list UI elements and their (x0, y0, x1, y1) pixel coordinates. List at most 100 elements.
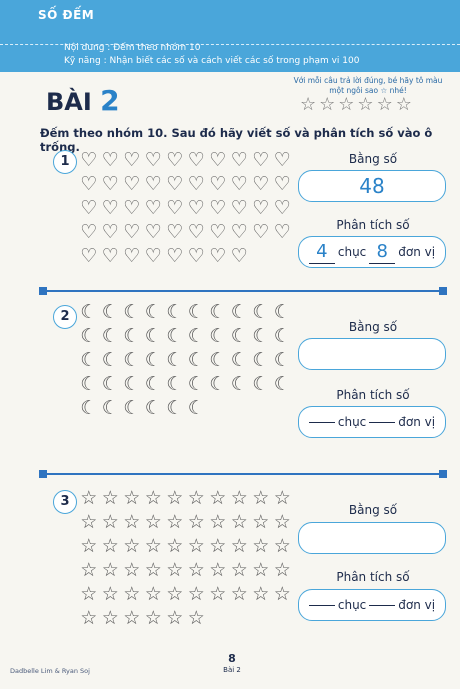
number-box-2[interactable] (298, 338, 446, 370)
star-icon: ☆ (252, 511, 270, 533)
star-icon: ☆ (101, 511, 119, 533)
tens-label-1: chục (337, 245, 367, 259)
section-divider (39, 287, 447, 295)
moon-icon: ☾ (144, 397, 162, 419)
analysis-box-2[interactable]: chục đơn vị (298, 406, 446, 438)
tens-slot-1[interactable]: 4 (308, 241, 335, 264)
star-icon: ☆ (273, 583, 291, 605)
units-slot-1[interactable]: 8 (369, 241, 396, 264)
star-icon: ☆ (123, 559, 141, 581)
skill-line: Kỹ năng : Nhận biết các số và cách viết … (64, 56, 360, 66)
moon-icon: ☾ (273, 373, 291, 395)
heart-icon: ♡ (230, 221, 248, 243)
divider-end (39, 287, 47, 295)
heart-icon: ♡ (123, 149, 141, 171)
number-label-2: Bằng số (348, 320, 398, 334)
rating-star-icon[interactable]: ☆ (338, 96, 354, 114)
rating-star-icon[interactable]: ☆ (319, 96, 335, 114)
star-icon: ☆ (230, 583, 248, 605)
moon-icon: ☾ (144, 373, 162, 395)
heart-icon: ♡ (101, 245, 119, 267)
moon-icon: ☾ (252, 349, 270, 371)
moon-icon: ☾ (80, 397, 98, 419)
moon-icon: ☾ (123, 325, 141, 347)
analysis-box-1[interactable]: 4 chục 8 đơn vị (298, 236, 446, 268)
problem-grid-2: ☾ ☾ ☾ ☾ ☾ ☾ ☾ ☾ ☾ ☾ ☾ ☾ ☾ ☾ ☾ ☾ ☾ ☾ ☾ ☾ ☾ ☾ ☾ ☾ ☾ ☾ ☾ ☾ ☾ ☾ ☾ ☾ ☾ ☾ ☾ ☾ ☾ ☾ ☾ ☾… (78, 300, 293, 420)
icon-row: ☆ ☆ ☆ ☆ ☆ ☆ ☆ ☆ ☆ ☆ (78, 486, 293, 510)
moon-icon: ☾ (230, 349, 248, 371)
icon-row: ☾ ☾ ☾ ☾ ☾ ☾ ☾ ☾ ☾ ☾ (78, 372, 293, 396)
heart-icon: ♡ (101, 197, 119, 219)
star-icon: ☆ (166, 511, 184, 533)
tens-slot-2[interactable] (308, 421, 335, 423)
analysis-row-1: 4 chục 8 đơn vị (299, 237, 445, 267)
star-icon: ☆ (230, 511, 248, 533)
star-icon: ☆ (144, 559, 162, 581)
star-icon: ☆ (252, 559, 270, 581)
divider-end (439, 287, 447, 295)
star-icon: ☆ (144, 511, 162, 533)
moon-icon: ☾ (187, 301, 205, 323)
star-icon: ☆ (187, 511, 205, 533)
heart-icon: ♡ (252, 149, 270, 171)
star-icon: ☆ (187, 535, 205, 557)
star-icon: ☆ (166, 559, 184, 581)
heart-icon: ♡ (144, 149, 162, 171)
star-icon: ☆ (252, 583, 270, 605)
star-icon: ☆ (144, 583, 162, 605)
units-slot-2[interactable] (369, 421, 396, 423)
moon-icon: ☾ (273, 325, 291, 347)
moon-icon: ☾ (80, 349, 98, 371)
star-icon: ☆ (230, 559, 248, 581)
heart-icon: ♡ (80, 221, 98, 243)
star-icon: ☆ (187, 583, 205, 605)
moon-icon: ☾ (80, 325, 98, 347)
star-icon: ☆ (273, 559, 291, 581)
star-icon: ☆ (101, 559, 119, 581)
heart-icon: ♡ (123, 245, 141, 267)
star-icon: ☆ (123, 583, 141, 605)
units-slot-3[interactable] (369, 604, 396, 606)
star-icon: ☆ (123, 511, 141, 533)
divider-end (39, 470, 47, 478)
icon-row: ☆ ☆ ☆ ☆ ☆ ☆ ☆ ☆ ☆ ☆ (78, 582, 293, 606)
moon-icon: ☾ (144, 349, 162, 371)
page-header: SỐ ĐẾM Nội dung : Đếm theo nhóm 10 Kỹ nă… (0, 0, 460, 72)
icon-row: ☆ ☆ ☆ ☆ ☆ ☆ ☆ ☆ ☆ ☆ (78, 510, 293, 534)
moon-icon: ☾ (101, 373, 119, 395)
moon-icon: ☾ (230, 301, 248, 323)
star-icon: ☆ (209, 535, 227, 557)
icon-row: ☆ ☆ ☆ ☆ ☆ ☆ (78, 606, 293, 630)
moon-icon: ☾ (187, 325, 205, 347)
rating-star-icon[interactable]: ☆ (377, 96, 393, 114)
star-icon: ☆ (187, 607, 205, 629)
star-icon: ☆ (209, 511, 227, 533)
heart-icon: ♡ (252, 173, 270, 195)
heart-icon: ♡ (273, 173, 291, 195)
heart-icon: ♡ (273, 197, 291, 219)
rating-star-icon[interactable]: ☆ (357, 96, 373, 114)
rating-star-icon[interactable]: ☆ (396, 96, 412, 114)
analysis-row-2: chục đơn vị (299, 407, 445, 437)
icon-row: ♡ ♡ ♡ ♡ ♡ ♡ ♡ ♡ (78, 244, 293, 268)
heart-icon: ♡ (230, 149, 248, 171)
moon-icon: ☾ (166, 301, 184, 323)
star-icon: ☆ (187, 487, 205, 509)
tens-slot-3[interactable] (308, 604, 335, 606)
icon-row: ♡ ♡ ♡ ♡ ♡ ♡ ♡ ♡ ♡ ♡ (78, 220, 293, 244)
analysis-box-3[interactable]: chục đơn vị (298, 589, 446, 621)
star-icon: ☆ (209, 487, 227, 509)
star-icon: ☆ (273, 535, 291, 557)
footer-authors: Dadbelle Lim & Ryan Soj (10, 667, 90, 675)
heart-icon: ♡ (101, 173, 119, 195)
problem-badge-2: 2 (53, 305, 77, 329)
moon-icon: ☾ (144, 325, 162, 347)
moon-icon: ☾ (101, 325, 119, 347)
number-box-1[interactable]: 48 (298, 170, 446, 202)
number-box-3[interactable] (298, 522, 446, 554)
rating-star-icon[interactable]: ☆ (300, 96, 316, 114)
heart-icon: ♡ (187, 173, 205, 195)
heart-icon: ♡ (166, 149, 184, 171)
rating-note: Với mỗi câu trả lời đúng, bé hãy tô màu … (293, 76, 443, 95)
page-lesson-label: Bài 2 (223, 666, 241, 674)
